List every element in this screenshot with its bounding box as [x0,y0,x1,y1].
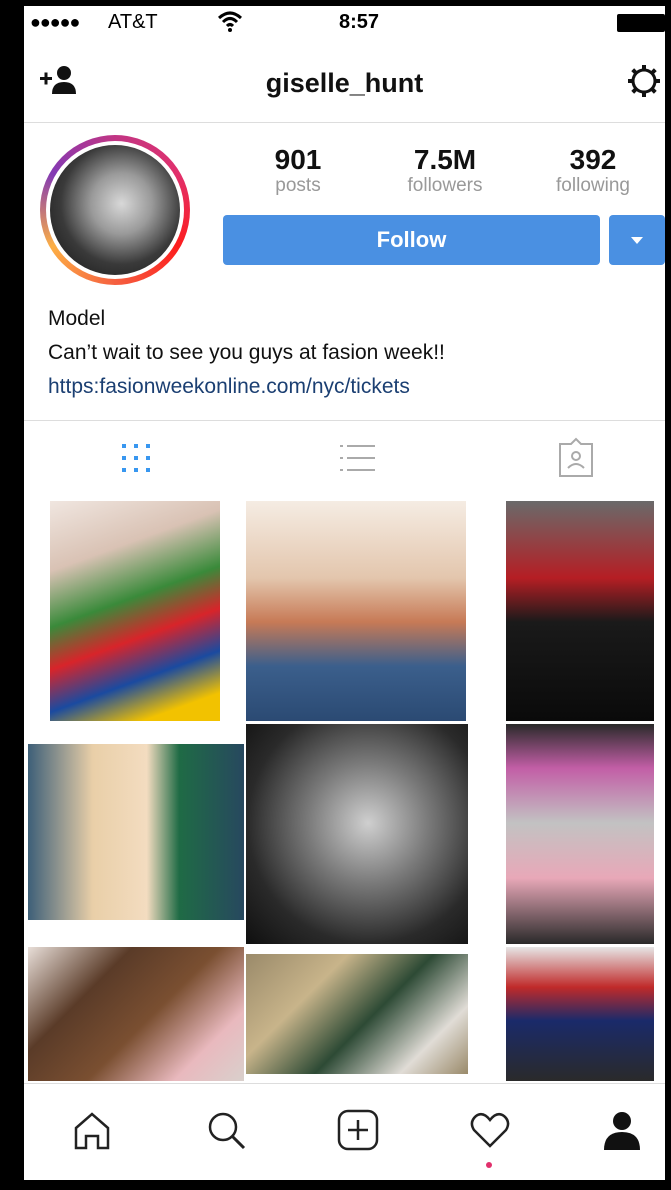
frame-edge [0,0,24,1190]
clock: 8:57 [339,11,380,33]
frame-edge [0,1180,671,1190]
grid-icon[interactable] [114,436,158,480]
gear-icon[interactable] [625,62,663,100]
signal-strength: ●●●●● [30,12,80,32]
search-icon[interactable] [204,1108,248,1152]
list-icon[interactable] [336,436,380,480]
add-post-icon[interactable] [336,1108,380,1152]
grid-photo[interactable] [506,724,654,944]
posts-label: posts [275,175,321,196]
grid-photo[interactable] [28,744,244,920]
divider [24,420,665,421]
phone-frame: ●●●●● AT&T 8:57 giselle_hunt 901 posts 7… [0,0,671,1190]
followers-stat[interactable]: 7.5M followers [380,145,510,197]
profile-username: giselle_hunt [265,68,424,98]
grid-photo[interactable] [506,501,654,721]
grid-photo[interactable] [246,724,468,944]
carrier-name: AT&T [108,11,158,33]
avatar-photo [50,145,180,275]
posts-stat[interactable]: 901 posts [233,145,363,197]
wifi-icon [217,11,243,32]
grid-photo[interactable] [246,501,466,721]
following-label: following [556,175,630,196]
status-bar: ●●●●● AT&T 8:57 [24,6,665,42]
suggested-dropdown-button[interactable] [609,215,665,265]
battery-icon [617,14,665,32]
profile-header: giselle_hunt [24,44,665,123]
posts-count: 901 [274,144,322,175]
grid-photo[interactable] [246,954,468,1074]
chevron-down-icon [631,237,643,244]
avatar-ring-inner [46,141,184,279]
following-stat[interactable]: 392 following [528,145,658,197]
bottom-navigation [24,1083,665,1181]
profile-icon[interactable] [600,1108,644,1152]
following-count: 392 [569,144,617,175]
photo-grid [24,496,665,1081]
profile-bio: Model Can’t wait to see you guys at fasi… [48,302,648,404]
frame-edge [665,0,671,1190]
tagged-icon[interactable] [554,436,598,480]
grid-photo[interactable] [28,947,244,1081]
bio-link[interactable]: https:fasionweekonline.com/nyc/tickets [48,370,648,404]
bio-title: Model [48,307,106,330]
grid-photo[interactable] [506,947,654,1081]
grid-photo[interactable] [50,501,220,721]
followers-label: followers [407,175,483,196]
frame-edge [0,0,671,6]
bio-text: Can’t wait to see you guys at fasion wee… [48,341,445,364]
follow-button[interactable]: Follow [223,215,600,265]
notification-dot [486,1162,492,1168]
profile-tabs [24,422,665,496]
followers-count: 7.5M [413,144,477,175]
home-icon[interactable] [70,1108,114,1152]
activity-heart-icon[interactable] [468,1108,512,1152]
avatar[interactable] [40,135,190,285]
